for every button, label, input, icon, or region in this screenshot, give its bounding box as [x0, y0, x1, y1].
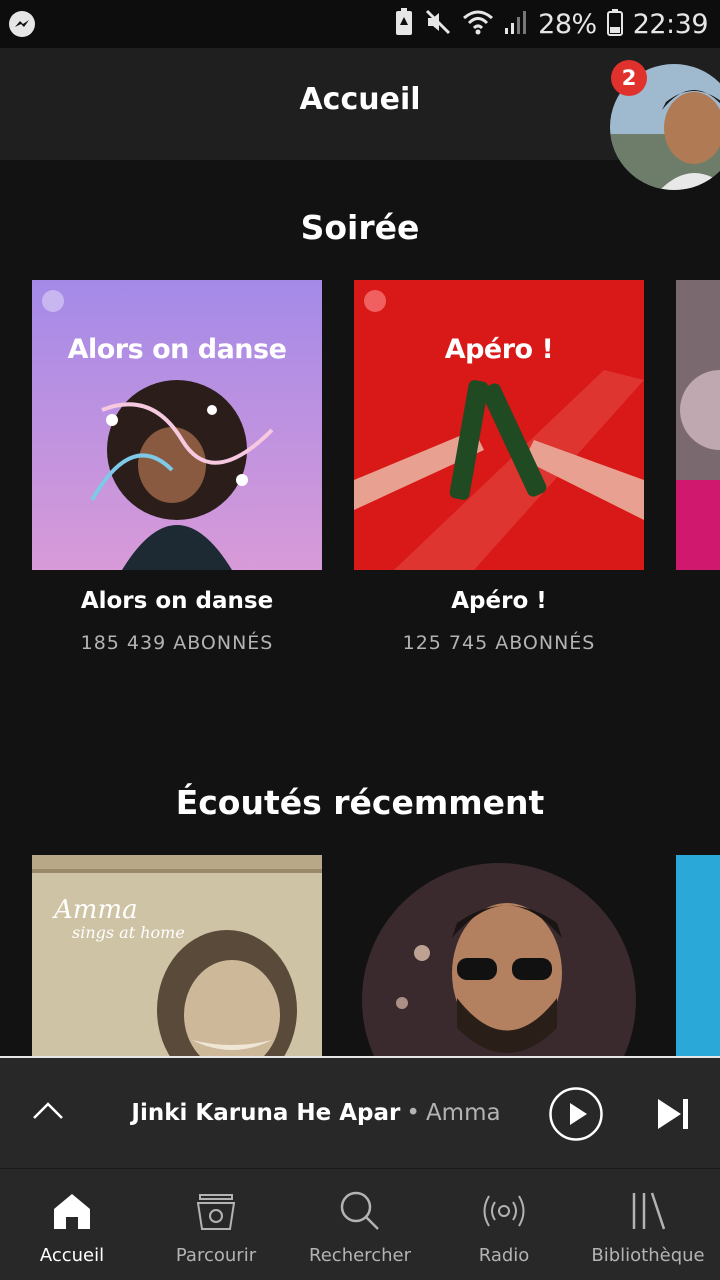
library-icon	[624, 1187, 672, 1235]
playlist-cover-partial[interactable]	[676, 280, 720, 570]
status-bar: 28% 22:39	[0, 0, 720, 48]
album-cover-subtext: sings at home	[72, 923, 185, 942]
now-playing-bar[interactable]: Jinki Karuna He Apar • Amma	[0, 1056, 720, 1168]
skip-next-icon[interactable]	[655, 1096, 691, 1132]
browse-icon	[192, 1187, 240, 1235]
recent-album-cover[interactable]: Amma sings at home	[32, 855, 322, 1056]
playlist-title: Alors on danse	[80, 588, 274, 614]
now-playing-text[interactable]: Jinki Karuna He Apar • Amma	[0, 1100, 632, 1126]
separator: •	[406, 1100, 420, 1126]
nav-label: Parcourir	[175, 1245, 257, 1266]
nav-item-search[interactable]: Rechercher	[288, 1169, 432, 1280]
nav-item-browse[interactable]: Parcourir	[144, 1169, 288, 1280]
nav-item-library[interactable]: Bibliothèque	[576, 1169, 720, 1280]
spotify-icon	[42, 290, 64, 312]
album-cover-text: Amma	[54, 895, 138, 925]
messenger-icon	[8, 10, 36, 38]
play-icon[interactable]	[549, 1087, 603, 1141]
nav-label: Accueil	[39, 1245, 105, 1266]
track-artist: Amma	[425, 1100, 501, 1126]
wifi-icon	[462, 8, 494, 40]
playlist-cover[interactable]: Alors on danse	[32, 280, 322, 570]
nav-item-home[interactable]: Accueil	[0, 1169, 144, 1280]
recent-cover-partial[interactable]	[676, 855, 720, 1056]
section-title-recent: Écoutés récemment	[175, 783, 545, 822]
mute-icon	[424, 8, 452, 40]
search-icon	[336, 1187, 384, 1235]
clock: 22:39	[632, 8, 709, 40]
notification-badge: 2	[611, 60, 647, 96]
bottom-navigation: Accueil Parcourir Rechercher Radio Bibli…	[0, 1168, 720, 1280]
battery-percent: 28%	[538, 8, 597, 40]
track-title: Jinki Karuna He Apar	[131, 1100, 401, 1126]
spotify-icon	[364, 290, 386, 312]
nav-item-radio[interactable]: Radio	[432, 1169, 576, 1280]
battery-saver-icon	[394, 7, 414, 41]
nav-label: Bibliothèque	[591, 1245, 705, 1266]
radio-icon	[480, 1187, 528, 1235]
playlist-title: Apéro !	[451, 588, 547, 614]
signal-icon	[504, 8, 528, 40]
playlist-followers: 185 439 ABONNÉS	[80, 632, 274, 654]
home-icon	[48, 1187, 96, 1235]
playlist-followers: 125 745 ABONNÉS	[402, 632, 596, 654]
cover-label: Alors on danse	[67, 334, 287, 365]
nav-label: Radio	[478, 1245, 530, 1266]
section-title-soiree: Soirée	[300, 208, 420, 247]
playlist-cover[interactable]: Apéro !	[354, 280, 644, 570]
cover-label: Apéro !	[444, 334, 554, 365]
nav-label: Rechercher	[309, 1245, 411, 1266]
battery-icon	[606, 8, 623, 40]
